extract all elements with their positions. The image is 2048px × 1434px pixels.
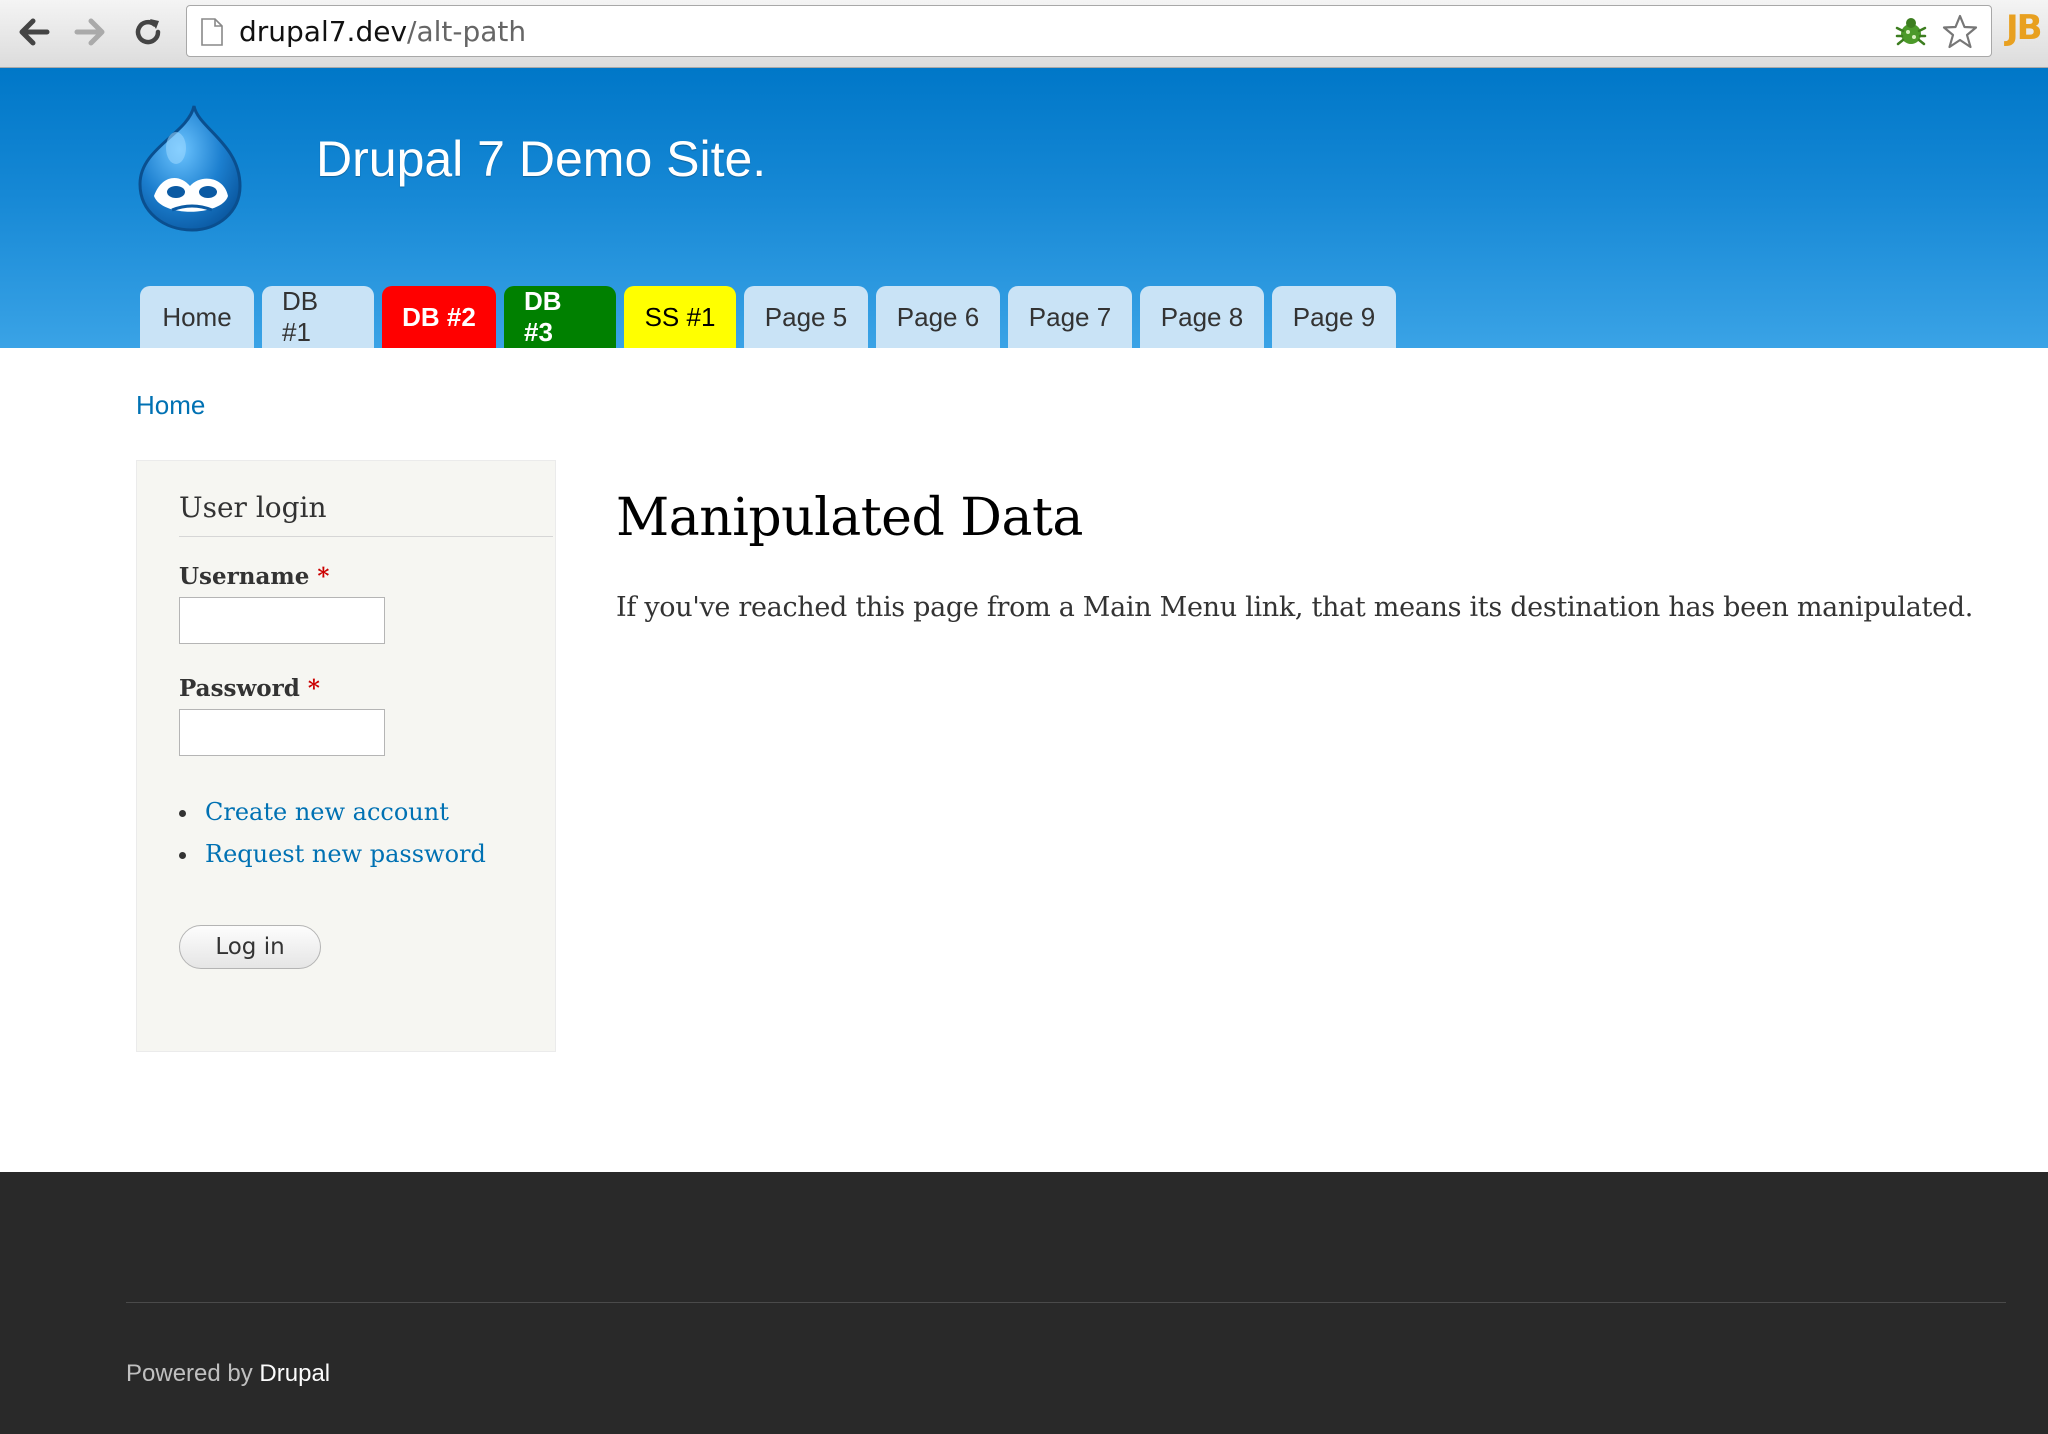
- back-button[interactable]: [12, 10, 56, 54]
- browser-toolbar: drupal7.dev/alt-path JB: [0, 0, 2048, 68]
- bookmark-star-icon[interactable]: [1941, 13, 1979, 51]
- back-arrow-icon: [19, 18, 50, 46]
- menu-tab-page7[interactable]: Page 7: [1008, 286, 1132, 348]
- menu-tab-page6[interactable]: Page 6: [876, 286, 1000, 348]
- site-name[interactable]: Drupal 7 Demo Site.: [316, 130, 766, 188]
- url-path: /alt-path: [407, 15, 527, 48]
- password-label: Password *: [179, 675, 320, 702]
- url-text: drupal7.dev/alt-path: [239, 15, 526, 49]
- username-label: Username *: [179, 563, 329, 590]
- breadcrumb-home-link[interactable]: Home: [136, 390, 205, 421]
- menu-tab-page5[interactable]: Page 5: [744, 286, 868, 348]
- username-label-text: Username: [179, 563, 310, 590]
- page-title: Manipulated Data: [616, 488, 1083, 548]
- site-header: Drupal 7 Demo Site. Home DB #1 DB #2 DB …: [0, 68, 2048, 348]
- drupal-footer-link[interactable]: Drupal: [259, 1360, 330, 1387]
- password-input[interactable]: [179, 709, 385, 756]
- required-marker: *: [317, 563, 330, 590]
- url-host: drupal7.dev: [239, 15, 408, 48]
- forward-arrow-icon: [74, 18, 105, 46]
- powered-by-text: Powered by Drupal: [126, 1360, 330, 1388]
- reload-button[interactable]: [126, 10, 170, 54]
- menu-tab-db1[interactable]: DB #1: [262, 286, 374, 348]
- user-login-title: User login: [179, 491, 553, 537]
- powered-by-prefix: Powered by: [126, 1360, 253, 1387]
- main-menu: Home DB #1 DB #2 DB #3 SS #1 Page 5 Page…: [140, 286, 1396, 348]
- user-login-block: User login Username * Password * Create …: [136, 460, 556, 1052]
- page-body-text: If you've reached this page from a Main …: [616, 592, 1974, 623]
- site-footer: [0, 1172, 2048, 1434]
- menu-tab-page8[interactable]: Page 8: [1140, 286, 1264, 348]
- create-account-link[interactable]: Create new account: [179, 791, 486, 833]
- request-password-link[interactable]: Request new password: [179, 833, 486, 875]
- forward-button[interactable]: [68, 10, 112, 54]
- login-links-list: Create new account Request new password: [179, 791, 486, 875]
- address-bar[interactable]: drupal7.dev/alt-path: [186, 5, 1992, 57]
- reload-icon: [135, 19, 161, 45]
- login-button[interactable]: Log in: [179, 925, 321, 969]
- menu-tab-page9[interactable]: Page 9: [1272, 286, 1396, 348]
- menu-tab-db2[interactable]: DB #2: [382, 286, 496, 348]
- menu-tab-ss1[interactable]: SS #1: [624, 286, 736, 348]
- required-marker: *: [307, 675, 320, 702]
- username-input[interactable]: [179, 597, 385, 644]
- bug-extension-icon[interactable]: [1893, 14, 1929, 50]
- extension-jb-icon[interactable]: JB: [2006, 8, 2043, 48]
- menu-tab-home[interactable]: Home: [140, 286, 254, 348]
- menu-tab-db3[interactable]: DB #3: [504, 286, 616, 348]
- footer-divider: [126, 1302, 2006, 1303]
- drupal-logo[interactable]: [132, 104, 252, 234]
- password-label-text: Password: [179, 675, 300, 702]
- page-icon: [201, 18, 223, 46]
